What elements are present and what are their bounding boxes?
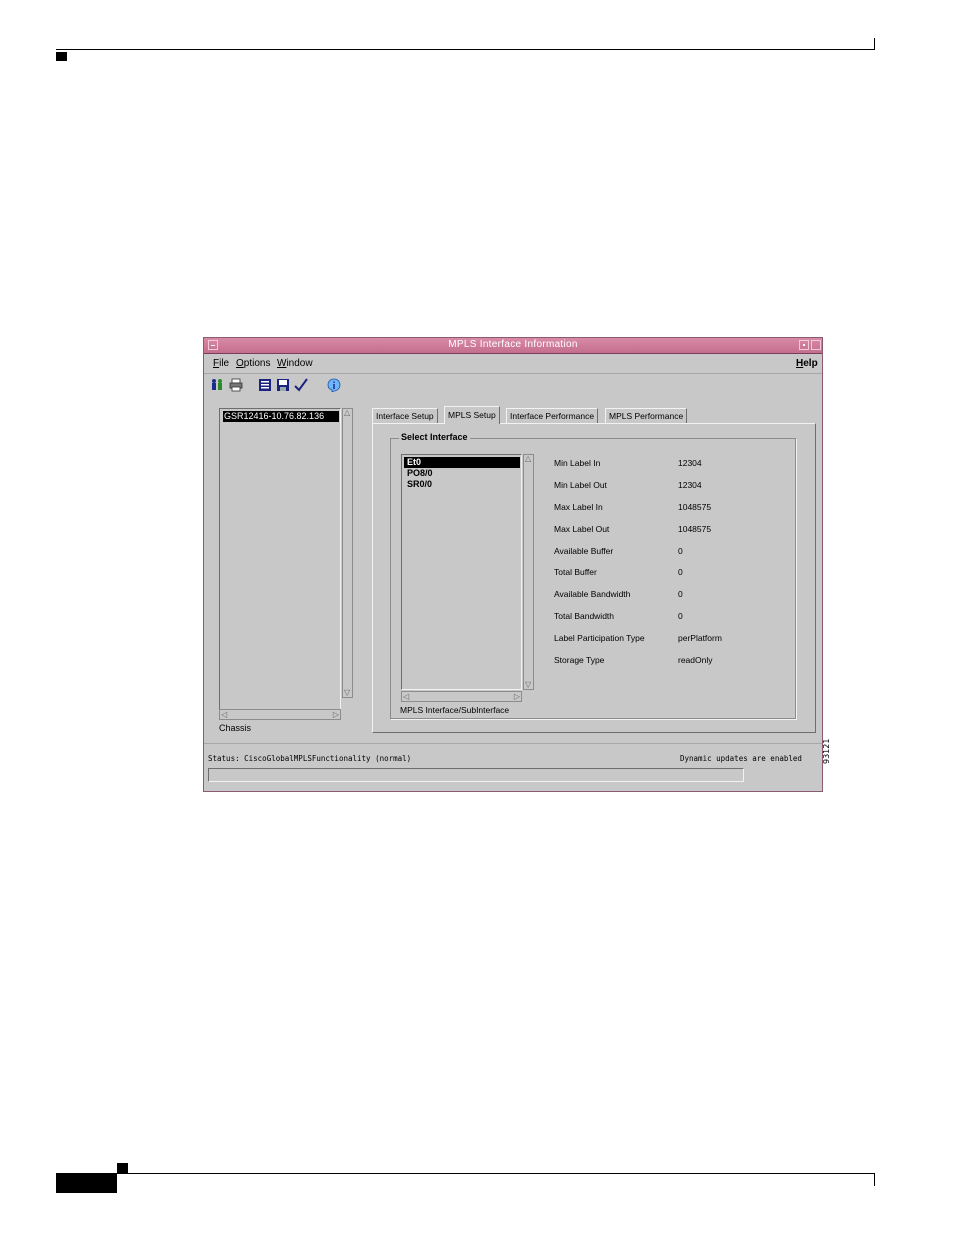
footer-marker	[117, 1163, 128, 1173]
menu-file-label: ile	[219, 358, 230, 369]
header-marker	[56, 52, 67, 61]
prop-value-label-participation-type: perPlatform	[678, 633, 722, 643]
scroll-right-arrow-icon[interactable]: ▷	[333, 711, 339, 719]
prop-label-available-bandwidth: Available Bandwidth	[554, 589, 631, 599]
prop-label-max-label-out: Max Label Out	[554, 524, 610, 534]
menu-bar: File Options Window Help	[204, 354, 822, 372]
prop-value-max-label-out: 1048575	[678, 524, 712, 534]
status-text: Status: CiscoGlobalMPLSFunctionality (no…	[208, 754, 412, 763]
prop-value-total-buffer: 0	[678, 567, 683, 577]
chassis-vertical-scrollbar[interactable]: △ ▽	[342, 408, 353, 698]
printer-icon[interactable]	[228, 377, 243, 392]
menu-window[interactable]: Window	[277, 358, 313, 369]
prop-label-label-participation-type: Label Participation Type	[554, 633, 645, 643]
checkmark-icon[interactable]	[293, 377, 308, 392]
chassis-list[interactable]: GSR12416-10.76.82.136	[219, 408, 341, 710]
figure-id: 93121	[822, 738, 831, 764]
tab-interface-performance[interactable]: Interface Performance	[506, 408, 599, 423]
menu-help[interactable]: Help	[796, 358, 818, 369]
menu-window-label: indow	[286, 358, 313, 369]
interface-item[interactable]: Et0	[404, 457, 520, 468]
scroll-left-arrow-icon[interactable]: ◁	[403, 693, 409, 701]
window-title: MPLS Interface Information	[448, 339, 578, 350]
header-rule-tick	[874, 38, 875, 50]
footer-rule-tick	[874, 1174, 875, 1186]
prop-value-available-buffer: 0	[678, 546, 683, 556]
scroll-down-arrow-icon[interactable]: ▽	[344, 689, 350, 697]
interface-vertical-scrollbar[interactable]: △ ▽	[523, 454, 534, 690]
info-icon[interactable]	[326, 377, 341, 392]
prop-value-min-label-out: 12304	[678, 480, 702, 490]
prop-label-max-label-in: Max Label In	[554, 502, 603, 512]
footer-rule	[56, 1173, 875, 1174]
mpls-setup-panel: Select Interface Et0 PO8/0 SR0/0 △ ▽ ◁ ▷…	[372, 423, 816, 733]
select-interface-label: Select Interface	[399, 432, 470, 442]
mpls-interface-window: MPLS Interface Information File Options …	[203, 337, 823, 792]
people-icon[interactable]	[209, 377, 224, 392]
menu-file[interactable]: File	[213, 358, 229, 369]
footer-page-tab	[56, 1174, 117, 1193]
save-icon[interactable]	[275, 377, 290, 392]
chassis-caption: Chassis	[219, 723, 252, 733]
prop-value-max-label-in: 1048575	[678, 502, 712, 512]
scroll-right-arrow-icon[interactable]: ▷	[514, 693, 520, 701]
prop-label-min-label-out: Min Label Out	[554, 480, 607, 490]
interface-list[interactable]: Et0 PO8/0 SR0/0	[401, 454, 522, 690]
interface-horizontal-scrollbar[interactable]: ◁ ▷	[401, 691, 522, 702]
tab-interface-setup[interactable]: Interface Setup	[372, 408, 438, 423]
prop-value-total-bandwidth: 0	[678, 611, 683, 621]
scroll-left-arrow-icon[interactable]: ◁	[221, 711, 227, 719]
select-interface-group: Select Interface Et0 PO8/0 SR0/0 △ ▽ ◁ ▷…	[390, 432, 796, 719]
prop-value-min-label-in: 12304	[678, 458, 702, 468]
scroll-up-arrow-icon[interactable]: △	[344, 409, 350, 417]
scroll-down-arrow-icon[interactable]: ▽	[525, 681, 531, 689]
prop-label-available-buffer: Available Buffer	[554, 546, 614, 556]
menu-options-mnemonic: O	[236, 358, 244, 369]
prop-value-storage-type: readOnly	[678, 655, 713, 665]
status-progress-bar	[208, 768, 744, 782]
interface-item[interactable]: SR0/0	[404, 479, 520, 490]
menu-separator	[204, 373, 822, 374]
minimize-button[interactable]	[799, 340, 809, 350]
tab-mpls-setup[interactable]: MPLS Setup	[444, 406, 500, 424]
menu-options-label: ptions	[243, 358, 271, 369]
chassis-horizontal-scrollbar[interactable]: ◁ ▷	[219, 709, 341, 720]
chassis-item[interactable]: GSR12416-10.76.82.136	[223, 411, 339, 422]
status-separator	[204, 743, 822, 744]
prop-label-total-buffer: Total Buffer	[554, 567, 597, 577]
maximize-button[interactable]	[811, 340, 821, 350]
prop-label-min-label-in: Min Label In	[554, 458, 601, 468]
dynamic-updates-status: Dynamic updates are enabled	[680, 754, 802, 763]
title-bar[interactable]: MPLS Interface Information	[204, 338, 822, 354]
prop-label-total-bandwidth: Total Bandwidth	[554, 611, 615, 621]
prop-value-available-bandwidth: 0	[678, 589, 683, 599]
header-rule	[56, 49, 875, 50]
list-icon[interactable]	[257, 377, 272, 392]
menu-help-label: elp	[803, 358, 818, 369]
interface-list-caption: MPLS Interface/SubInterface	[400, 705, 510, 715]
menu-options[interactable]: Options	[236, 358, 270, 369]
scroll-up-arrow-icon[interactable]: △	[525, 455, 531, 463]
prop-label-storage-type: Storage Type	[554, 655, 605, 665]
interface-item[interactable]: PO8/0	[404, 468, 520, 479]
tab-mpls-performance[interactable]: MPLS Performance	[605, 408, 688, 423]
